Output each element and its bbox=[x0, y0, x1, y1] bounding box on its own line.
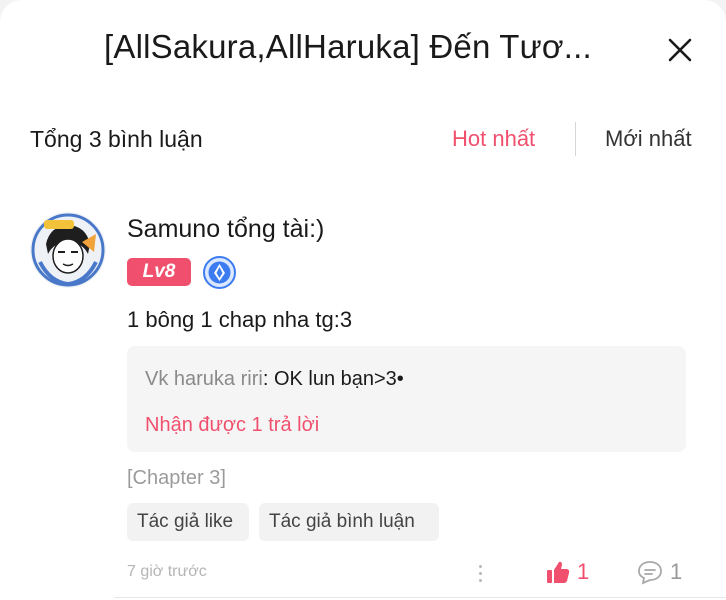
page-title: [AllSakura,AllHaruka] Đến Tươ... bbox=[104, 28, 592, 65]
reply-button[interactable]: 1 bbox=[636, 556, 682, 588]
chapter-tag[interactable]: [Chapter 3] bbox=[127, 467, 226, 490]
thumbs-up-icon bbox=[547, 561, 570, 583]
close-icon bbox=[668, 38, 692, 62]
sort-divider bbox=[575, 122, 576, 156]
reply-text: OK lun bạn>3• bbox=[273, 368, 404, 390]
more-dot-icon bbox=[478, 564, 482, 568]
comment-text: 1 bông 1 chap nha tg:3 bbox=[127, 307, 353, 332]
sort-hot-tab[interactable]: Hot nhất bbox=[452, 126, 535, 152]
more-options-button[interactable] bbox=[470, 558, 490, 588]
reply-count: 1 bbox=[670, 559, 683, 584]
author-comment-chip: Tác giả bình luận bbox=[259, 503, 439, 541]
speech-bubble-icon bbox=[638, 561, 662, 585]
reply-author[interactable]: Vk haruka riri bbox=[145, 368, 263, 390]
comment-timestamp: 7 giờ trước bbox=[127, 563, 207, 580]
reply-separator: : bbox=[262, 368, 274, 390]
reply-count-link[interactable]: Nhận được 1 trả lời bbox=[145, 414, 319, 437]
avatar[interactable] bbox=[30, 212, 106, 288]
more-dot-icon bbox=[478, 578, 482, 582]
sort-newest-tab[interactable]: Mới nhất bbox=[605, 126, 692, 152]
sheet-header: [AllSakura,AllHaruka] Đến Tươ... bbox=[0, 0, 726, 100]
author-like-chip: Tác giả like bbox=[127, 503, 249, 541]
reply-preview-box[interactable]: Vk haruka riri: OK lun bạn>3• Nhận được … bbox=[127, 346, 686, 452]
like-count: 1 bbox=[577, 559, 590, 584]
comment-total: Tổng 3 bình luận bbox=[30, 126, 203, 152]
divider bbox=[114, 597, 726, 598]
reply-preview-line: Vk haruka riri: OK lun bạn>3• bbox=[145, 368, 404, 391]
close-button[interactable] bbox=[660, 30, 700, 70]
comments-sheet: [AllSakura,AllHaruka] Đến Tươ... Tổng 3 … bbox=[0, 0, 726, 600]
level-badge: Lv8 bbox=[127, 258, 191, 286]
comment-username[interactable]: Samuno tổng tài:) bbox=[127, 215, 324, 244]
sort-bar: Tổng 3 bình luận Hot nhất Mới nhất bbox=[0, 110, 726, 170]
avatar-image bbox=[30, 212, 106, 288]
more-dot-icon bbox=[478, 571, 482, 575]
like-button[interactable]: 1 bbox=[545, 556, 589, 588]
tier-badge-icon bbox=[203, 256, 236, 289]
